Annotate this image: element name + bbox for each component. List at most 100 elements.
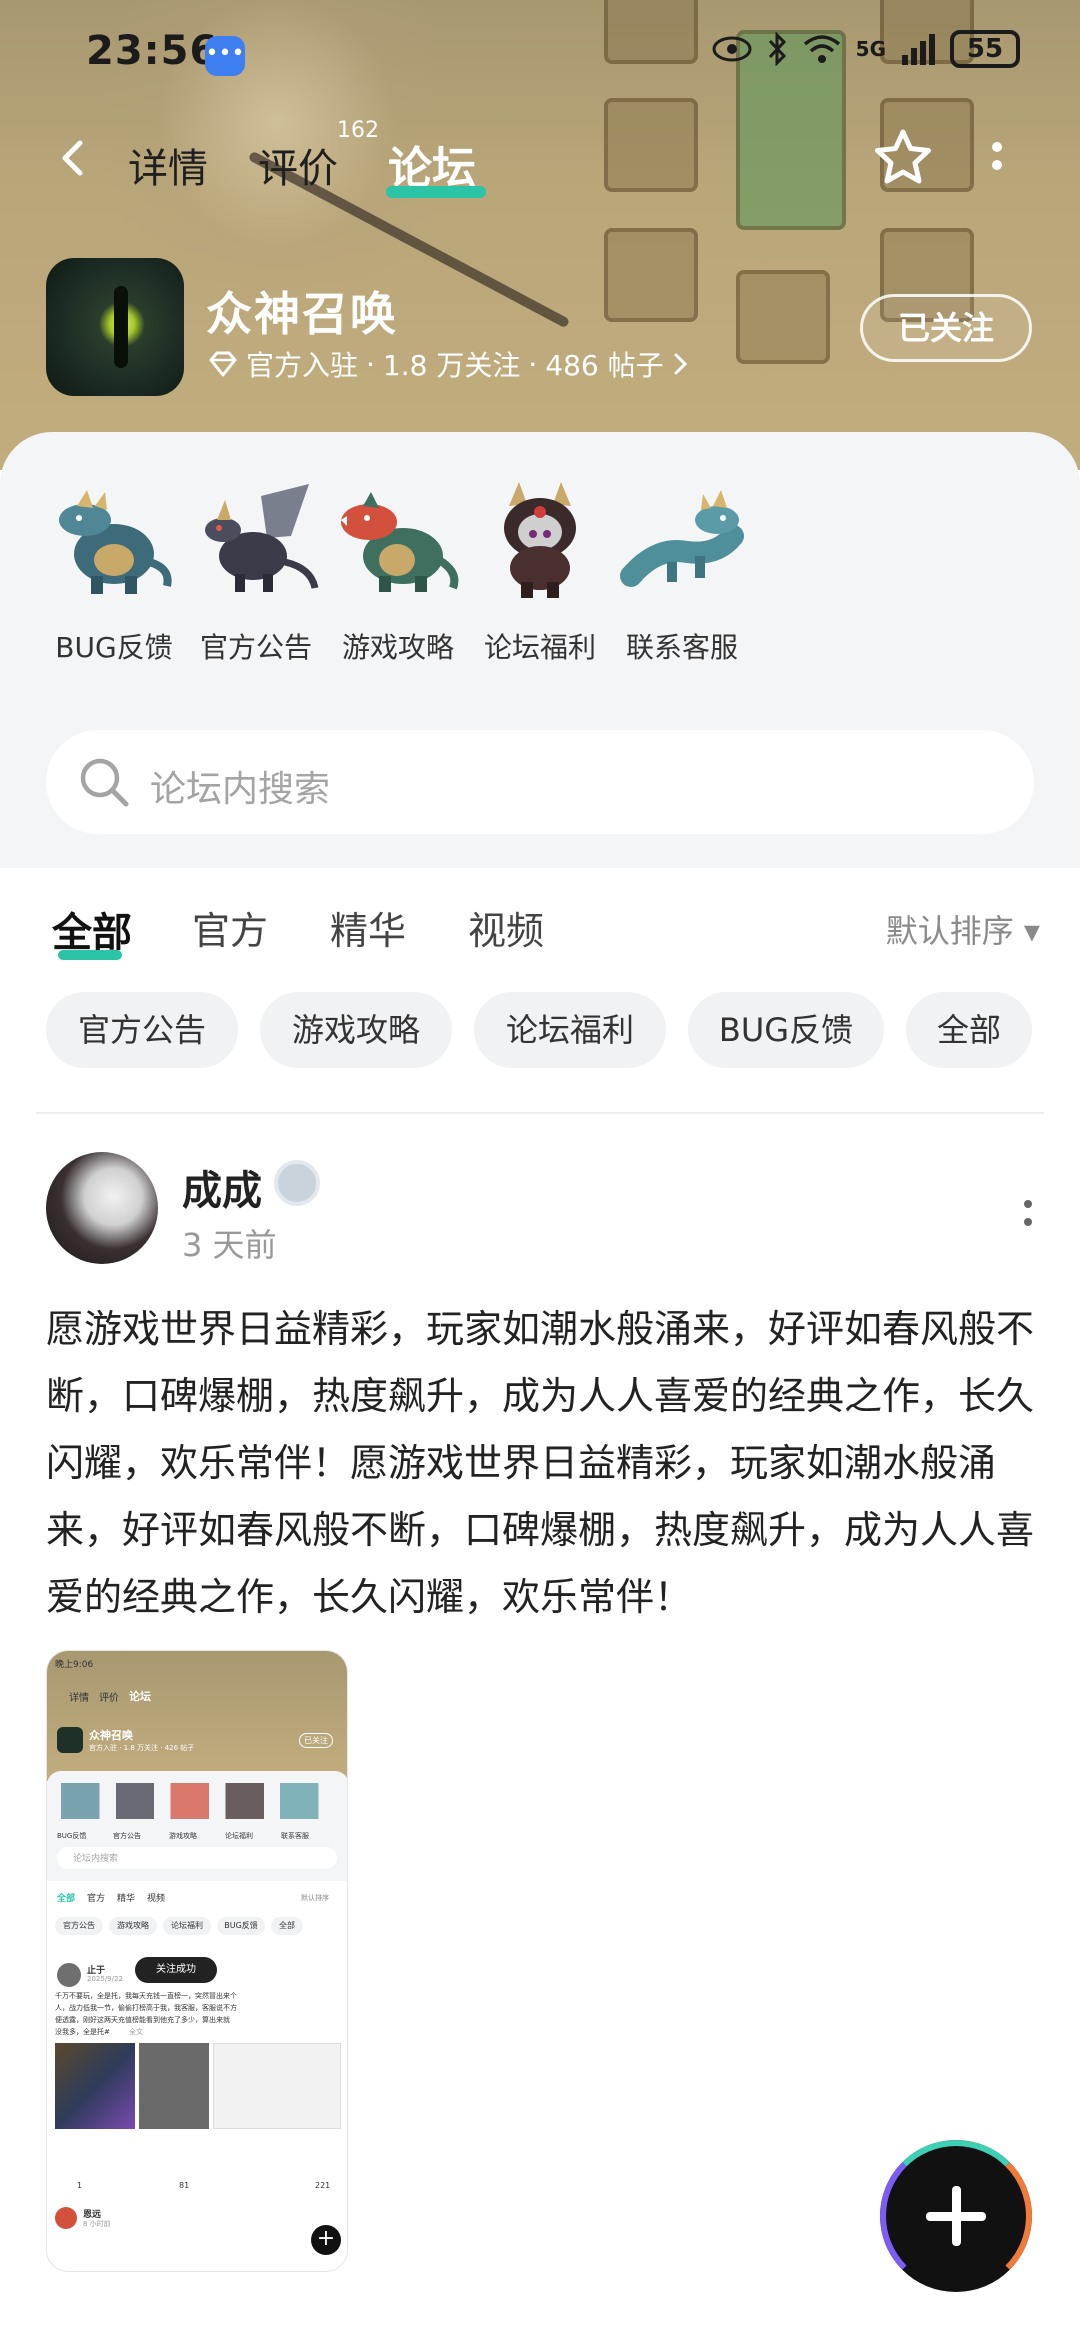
thumb-plus-icon: + [311,2225,341,2255]
chip-announcements[interactable]: 官方公告 [46,992,238,1068]
chip-bug-report[interactable]: BUG反馈 [688,992,884,1068]
winged-dragon-icon [205,484,319,592]
thumb-repost-count: 1 [77,2181,83,2190]
thumb-filter-tab: 精华 [117,1894,136,1904]
verified-label: 官方入驻 [246,349,359,382]
message-notification-icon: ••• [205,36,245,76]
chevron-right-icon [674,353,687,375]
avatar[interactable] [46,1152,158,1264]
thumb-filter-tab: 视频 [147,1894,166,1904]
diamond-icon [209,351,237,377]
status-indicators: 5G 55 [712,30,1020,68]
shortcut-customer-service[interactable]: 联系客服 [592,476,772,666]
game-icon[interactable] [46,258,184,396]
tab-details[interactable]: 详情 [128,136,208,194]
thumb-game-icon [57,1727,83,1753]
post-content[interactable]: 愿游戏世界日益精彩，玩家如潮水般涌来，好评如春风般不断，口碑爆棚，热度飙升，成为… [46,1296,1036,1631]
red-dragon-icon [341,492,459,592]
thumb-next-avatar [55,2207,77,2229]
thumb-post-date: 2025/9/22 [87,1975,123,1983]
thumb-chip: 全部 [271,1917,303,1935]
thumb-chip: BUG反馈 [217,1917,265,1935]
thumb-post-line: 没我多，全是托# [55,2028,110,2036]
thumb-shortcut-icons [61,1783,335,1819]
active-tab-indicator [386,186,486,198]
forum-panel: BUG反馈 官方公告 游戏攻略 论坛福利 联系客服 论坛内搜索 [0,432,1080,868]
filter-tab-featured[interactable]: 精华 [330,900,406,955]
reviews-count-badge: 162 [337,118,379,143]
thumb-post-line: 人，战力低我一节，偷偷打榜高于我，我客服，客服说不方 [55,2004,237,2012]
thumb-filter-tab: 全部 [57,1894,76,1904]
thumb-avatar [57,1963,81,1987]
thumb-shortcut: 论坛福利 [225,1832,253,1840]
category-chips: 官方公告 游戏攻略 论坛福利 BUG反馈 全部 [0,992,1080,1072]
followers-count: 1.8 万关注 [382,349,521,382]
meta-separator: · [366,347,375,381]
thumb-post-line: 千万不要玩，全是托，我每天充钱一直榜一，突然冒出来个 [55,1992,237,2000]
tab-reviews[interactable]: 评价 [258,136,338,194]
thumb-chip: 论坛福利 [163,1917,211,1935]
thumb-sort: 默认排序 [301,1894,329,1902]
meta-separator: · [528,347,538,381]
wifi-icon [803,35,840,63]
filter-tab-official[interactable]: 官方 [192,900,268,955]
thumb-follow: 已关注 [299,1733,333,1748]
thumb-tab: 详情 [69,1693,89,1704]
armored-knight-icon [504,482,576,598]
create-post-button[interactable] [880,2140,1032,2292]
plus-icon [952,2186,961,2246]
thumb-tab: 评价 [99,1693,119,1704]
signal-icon [902,34,935,65]
search-placeholder: 论坛内搜索 [150,769,331,810]
more-vertical-icon[interactable] [1022,1196,1034,1236]
posts-count: 486 帖子 [545,349,664,382]
thumb-post-image [213,2043,341,2129]
chip-welfare[interactable]: 论坛福利 [474,992,666,1068]
active-filter-indicator [58,950,122,960]
thumb-post-image [55,2043,135,2129]
post-author[interactable]: 成成 [182,1158,262,1216]
game-info: 众神召唤 官方入驻 · 1.8 万关注 · 486 帖子 已关注 [0,258,1080,408]
status-time: 23:56 [86,28,219,74]
thumb-post-more: 全文 [129,2028,143,2036]
blue-dragon-icon [620,490,744,587]
chip-all[interactable]: 全部 [906,992,1032,1068]
thumb-filter-tab: 官方 [87,1894,106,1904]
thumb-post-line: 便透露，刚好这两天充值榜能看到他充了多少，算出来就 [55,2016,230,2024]
thumb-next-time: 8 小时前 [83,2220,111,2228]
forum-search-input[interactable]: 论坛内搜索 [46,730,1034,834]
thumb-hero [47,1651,347,1781]
thumb-game-name: 众神召唤 [89,1729,133,1742]
thumb-comment-count: 81 [179,2181,190,2190]
thumb-chip: 官方公告 [55,1917,103,1935]
shortcut-row: BUG反馈 官方公告 游戏攻略 论坛福利 联系客服 [0,476,1080,664]
thumb-status-time: 晚上9:06 [55,1660,94,1670]
bluetooth-icon [768,32,786,66]
user-level-badge-icon [274,1160,320,1206]
eye-icon [712,36,752,62]
sort-dropdown[interactable]: 默认排序 ▾ [886,906,1040,952]
post-header: 成成 3 天前 [0,1152,1080,1272]
post-time: 3 天前 [182,1226,277,1264]
status-bar: 23:56 ••• 5G 55 [0,0,1080,100]
game-title: 众神召唤 [206,287,398,341]
top-navigation: 详情 评价 162 论坛 [0,118,1080,200]
thumb-shortcut: 联系客服 [281,1832,309,1840]
thumb-toast: 关注成功 [135,1957,217,1983]
more-vertical-icon[interactable] [990,138,1004,182]
thumb-chip: 游戏攻略 [109,1917,157,1935]
game-meta[interactable]: 官方入驻 · 1.8 万关注 · 486 帖子 [208,344,690,384]
star-outline-icon[interactable] [870,126,936,192]
shortcut-label: 联系客服 [625,631,738,664]
chip-guides[interactable]: 游戏攻略 [260,992,452,1068]
filter-tab-video[interactable]: 视频 [468,900,544,955]
search-icon [80,758,129,807]
battery-indicator: 55 [950,30,1020,68]
thumb-shortcut: 游戏攻略 [169,1832,197,1840]
thumb-shortcut: 官方公告 [113,1832,141,1840]
follow-button[interactable]: 已关注 [860,294,1032,362]
thumb-shortcut: BUG反馈 [57,1832,87,1840]
chevron-left-icon[interactable] [56,140,92,176]
filter-tabs: 全部 官方 精华 视频 默认排序 ▾ [0,876,1080,976]
post-image[interactable]: 晚上9:06 详情 评价 论坛 众神召唤 官方入驻 · 1.8 万关注 · 42… [46,1650,348,2272]
